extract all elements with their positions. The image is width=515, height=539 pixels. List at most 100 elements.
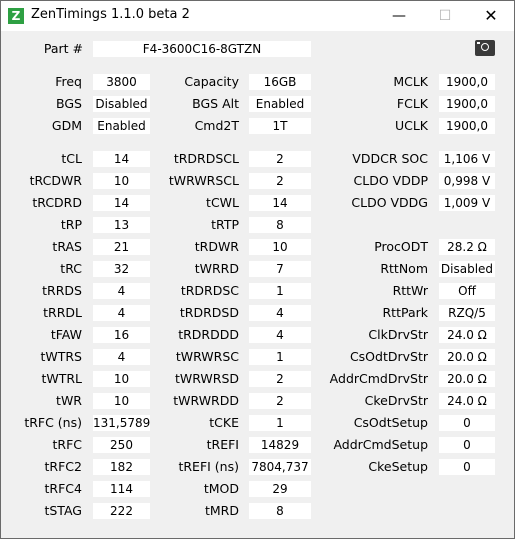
bgs-alt-value[interactable]: Enabled (249, 96, 311, 112)
trfc-label: tRFC (52, 437, 82, 452)
trfc4-value[interactable]: 114 (93, 481, 150, 497)
trdrdscl-value[interactable]: 2 (249, 151, 311, 167)
csodtdrvstr-label: CsOdtDrvStr (349, 349, 428, 364)
close-button[interactable]: ✕ (468, 1, 514, 31)
procodt-value[interactable]: 28.2 Ω (439, 239, 495, 255)
vddcr-soc-label: VDDCR SOC (352, 151, 428, 166)
addrcmdsetup-label: AddrCmdSetup (333, 437, 428, 452)
trrdl-value[interactable]: 4 (93, 305, 150, 321)
cmd2t-value[interactable]: 1T (249, 118, 311, 134)
tfaw-value[interactable]: 16 (93, 327, 150, 343)
trrds-label: tRRDS (42, 283, 82, 298)
twrrd-label: tWRRD (194, 261, 239, 276)
tstag-label: tSTAG (44, 503, 82, 518)
freq-value[interactable]: 3800 (93, 74, 150, 90)
mclk-label: MCLK (393, 74, 428, 89)
bgs-alt-label: BGS Alt (192, 96, 239, 111)
trefi-ns-label: tREFI (ns) (178, 459, 239, 474)
twrwrsd-value[interactable]: 2 (249, 371, 311, 387)
capacity-label: Capacity (184, 74, 239, 89)
trdwr-value[interactable]: 10 (249, 239, 311, 255)
twtrl-value[interactable]: 10 (93, 371, 150, 387)
tcwl-value[interactable]: 14 (249, 195, 311, 211)
cldo-vddg-label: CLDO VDDG (351, 195, 428, 210)
rttwr-label: RttWr (392, 283, 428, 298)
addrcmddrvstr-value[interactable]: 20.0 Ω (439, 371, 495, 387)
rttnom-value[interactable]: Disabled (439, 261, 495, 277)
trfc4-label: tRFC4 (44, 481, 82, 496)
twrrd-value[interactable]: 7 (249, 261, 311, 277)
title-bar[interactable]: Z ZenTimings 1.1.0 beta 2 — ☐ ✕ (1, 1, 514, 31)
trcdrd-value[interactable]: 14 (93, 195, 150, 211)
twtrs-label: tWTRS (40, 349, 82, 364)
tmrd-value[interactable]: 8 (249, 503, 311, 519)
procodt-label: ProcODT (374, 239, 428, 254)
trcdwr-value[interactable]: 10 (93, 173, 150, 189)
bgs-value[interactable]: Disabled (93, 96, 150, 112)
twrwrscl-value[interactable]: 2 (249, 173, 311, 189)
twtrs-value[interactable]: 4 (93, 349, 150, 365)
part-number-value[interactable]: F4-3600C16-8GTZN (93, 41, 311, 57)
trefi-ns-value[interactable]: 7804,737 (249, 459, 311, 475)
rttpark-value[interactable]: RZQ/5 (439, 305, 495, 321)
rttwr-value[interactable]: Off (439, 283, 495, 299)
trefi-value[interactable]: 14829 (249, 437, 311, 453)
trfc-value[interactable]: 250 (93, 437, 150, 453)
cldo-vddp-value[interactable]: 0,998 V (439, 173, 495, 189)
ckesetup-value[interactable]: 0 (439, 459, 495, 475)
addrcmdsetup-value[interactable]: 0 (439, 437, 495, 453)
trp-value[interactable]: 13 (93, 217, 150, 233)
rttpark-label: RttPark (382, 305, 428, 320)
trcdwr-label: tRCDWR (29, 173, 82, 188)
twrwrsd-label: tWRWRSD (174, 371, 239, 386)
trrds-value[interactable]: 4 (93, 283, 150, 299)
twr-value[interactable]: 10 (93, 393, 150, 409)
cmd2t-label: Cmd2T (194, 118, 239, 133)
tstag-value[interactable]: 222 (93, 503, 150, 519)
twrwrsc-value[interactable]: 1 (249, 349, 311, 365)
trrdl-label: tRRDL (43, 305, 82, 320)
maximize-button[interactable]: ☐ (422, 1, 468, 31)
twrwrscl-label: tWRWRSCL (168, 173, 239, 188)
trp-label: tRP (60, 217, 82, 232)
tmod-value[interactable]: 29 (249, 481, 311, 497)
clkdrvstr-value[interactable]: 24.0 Ω (439, 327, 495, 343)
minimize-button[interactable]: — (376, 1, 422, 31)
mclk-value[interactable]: 1900,0 (439, 74, 495, 90)
fclk-value[interactable]: 1900,0 (439, 96, 495, 112)
capacity-value[interactable]: 16GB (249, 74, 311, 90)
tmrd-label: tMRD (205, 503, 239, 518)
camera-icon[interactable] (475, 40, 495, 56)
uclk-label: UCLK (394, 118, 428, 133)
cldo-vddg-value[interactable]: 1,009 V (439, 195, 495, 211)
trdrddd-value[interactable]: 4 (249, 327, 311, 343)
trtp-value[interactable]: 8 (249, 217, 311, 233)
gdm-value[interactable]: Enabled (93, 118, 150, 134)
csodtsetup-value[interactable]: 0 (439, 415, 495, 431)
tcwl-label: tCWL (206, 195, 239, 210)
twrwrdd-value[interactable]: 2 (249, 393, 311, 409)
trdrdsc-value[interactable]: 1 (249, 283, 311, 299)
trc-label: tRC (60, 261, 82, 276)
tmod-label: tMOD (203, 481, 239, 496)
tcl-value[interactable]: 14 (93, 151, 150, 167)
tcke-label: tCKE (209, 415, 239, 430)
trtp-label: tRTP (211, 217, 239, 232)
ckedrvstr-value[interactable]: 24.0 Ω (439, 393, 495, 409)
cldo-vddp-label: CLDO VDDP (353, 173, 428, 188)
trdrdsd-value[interactable]: 4 (249, 305, 311, 321)
trfc2-value[interactable]: 182 (93, 459, 150, 475)
twrwrdd-label: tWRWRDD (173, 393, 239, 408)
ckedrvstr-label: CkeDrvStr (364, 393, 428, 408)
tras-value[interactable]: 21 (93, 239, 150, 255)
ckesetup-label: CkeSetup (368, 459, 428, 474)
tcke-value[interactable]: 1 (249, 415, 311, 431)
rttnom-label: RttNom (380, 261, 428, 276)
vddcr-soc-value[interactable]: 1,106 V (439, 151, 495, 167)
trc-value[interactable]: 32 (93, 261, 150, 277)
trfc-ns-value[interactable]: 131,5789 (93, 415, 150, 431)
csodtdrvstr-value[interactable]: 20.0 Ω (439, 349, 495, 365)
bgs-label: BGS (56, 96, 82, 111)
uclk-value[interactable]: 1900,0 (439, 118, 495, 134)
tfaw-label: tFAW (50, 327, 82, 342)
